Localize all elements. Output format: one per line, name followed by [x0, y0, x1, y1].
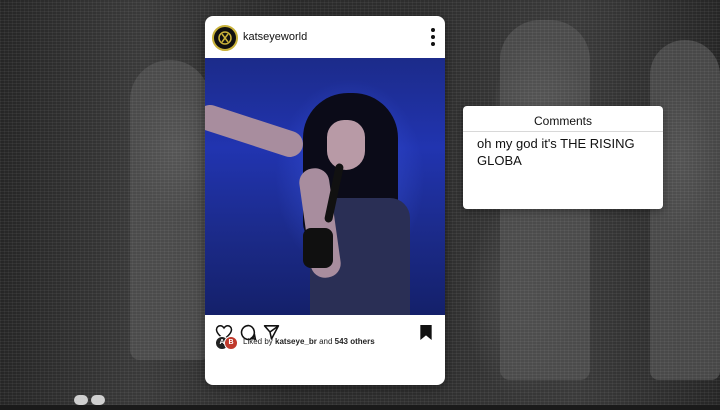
profile-avatar[interactable]	[212, 25, 238, 51]
instagram-post-card: katseyeworld A B Liked by katseye_br and…	[205, 16, 445, 385]
liker-avatars: A B	[215, 336, 238, 350]
post-header: katseyeworld	[205, 16, 445, 58]
likes-others: 543 others	[334, 337, 375, 346]
likes-user: katseye_br	[275, 337, 317, 346]
katseye-logo-icon	[218, 31, 232, 45]
post-video-media[interactable]	[205, 58, 445, 315]
background-figure-right	[650, 40, 720, 380]
likes-row: A B Liked by katseye_br and 543 others	[215, 336, 440, 352]
comments-title: Comments	[533, 114, 592, 128]
likes-text[interactable]: Liked by katseye_br and 543 others	[243, 337, 375, 346]
more-vertical-icon[interactable]	[429, 26, 437, 48]
post-username[interactable]: katseyeworld	[243, 31, 307, 43]
liker-avatar-b: B	[224, 336, 238, 350]
comment-text: oh my god it's THE RISING GLOBA	[477, 136, 635, 168]
divider	[463, 131, 663, 132]
corner-watermark	[74, 392, 110, 405]
comments-panel: Comments oh my god it's THE RISING GLOBA	[463, 106, 663, 209]
background-figure-left	[130, 60, 210, 360]
